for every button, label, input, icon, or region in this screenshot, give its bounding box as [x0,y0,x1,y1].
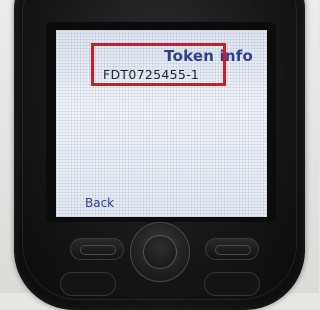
right-softkey-button[interactable] [205,238,259,260]
lower-right-key[interactable] [204,272,260,296]
highlight-box [91,43,226,86]
lower-left-key[interactable] [60,272,116,296]
left-softkey-button[interactable] [70,238,124,260]
select-center-button[interactable] [143,235,177,269]
back-softkey-label[interactable]: Back [85,196,114,210]
